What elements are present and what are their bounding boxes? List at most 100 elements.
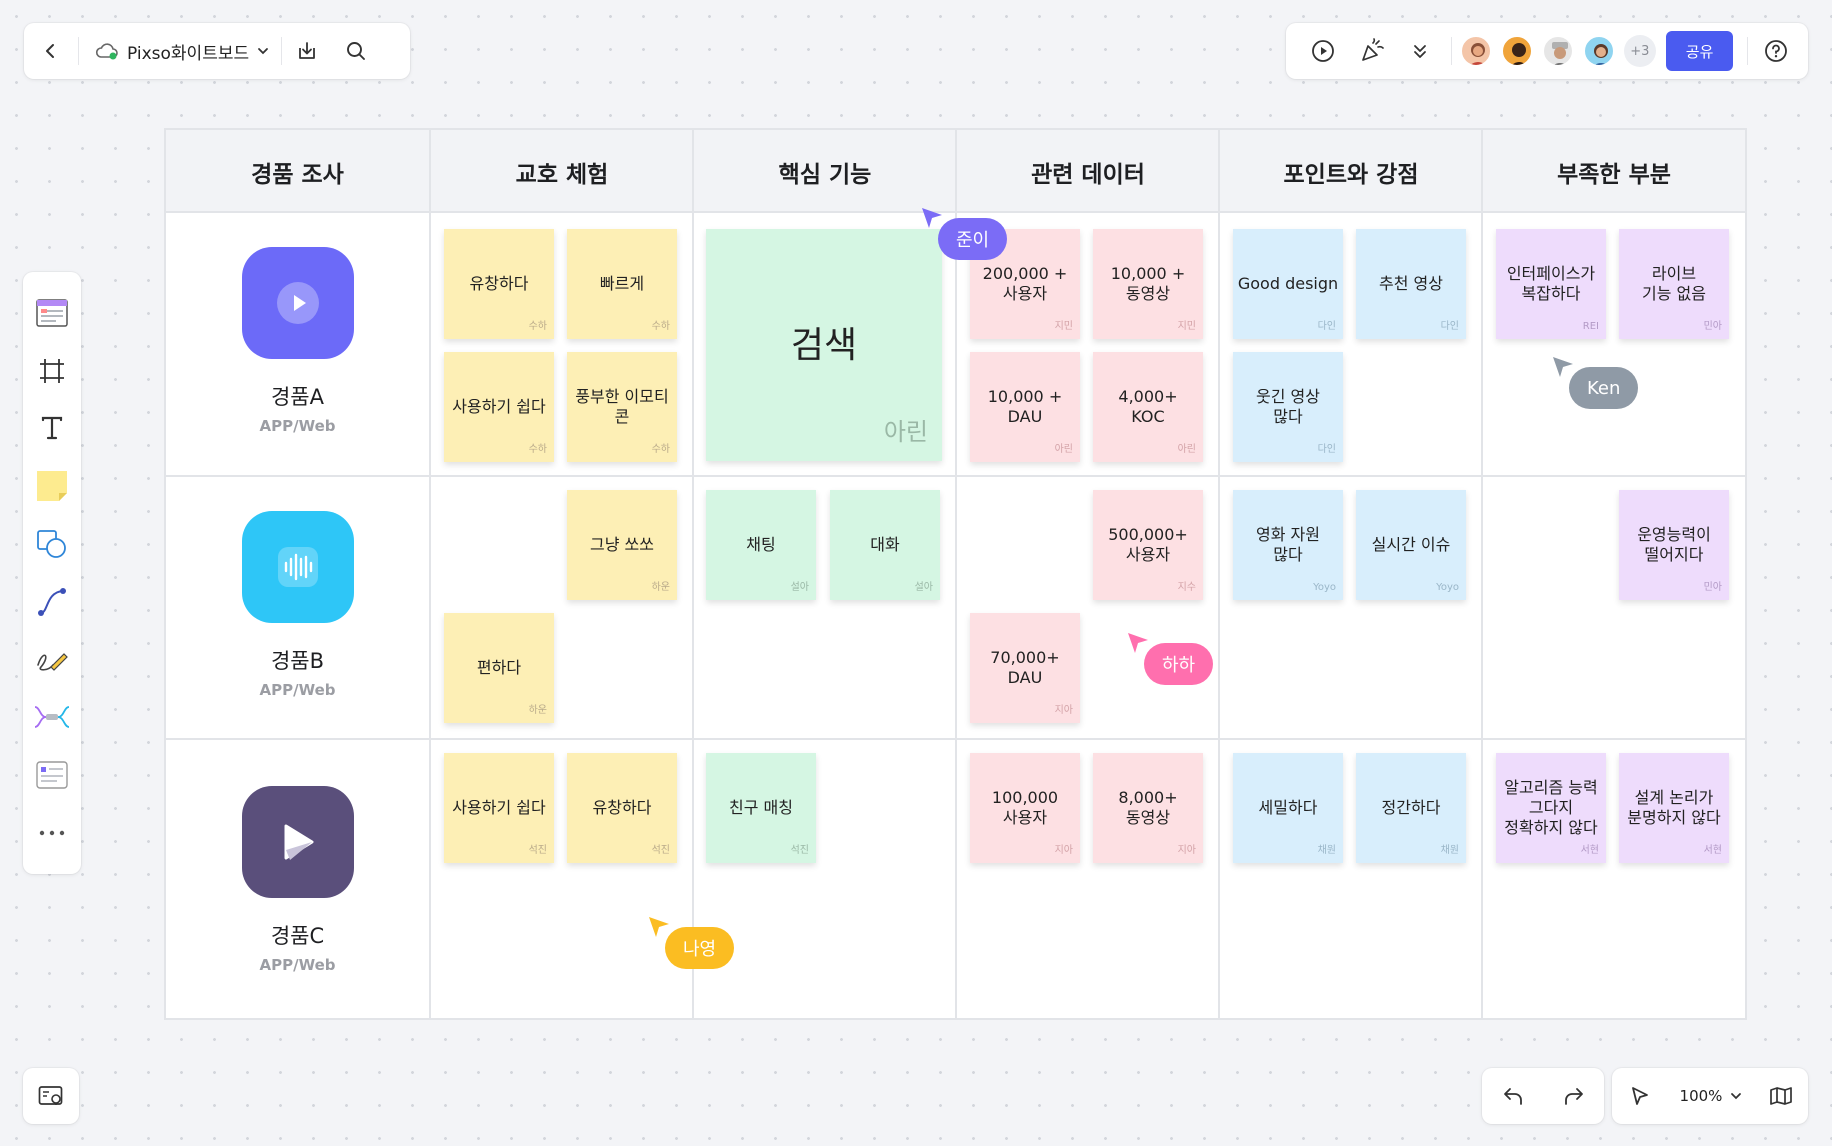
sticky-note[interactable]: 10,000 + 동영상 지민: [1093, 229, 1203, 339]
cursor-label: 준이: [938, 218, 1008, 260]
more-collaborators-badge[interactable]: +3: [1623, 35, 1656, 67]
minimap-icon: [38, 1086, 63, 1105]
sticky-note[interactable]: 100,000 사용자 지아: [970, 753, 1080, 863]
sticky-note[interactable]: 세밀하다 채원: [1233, 753, 1343, 863]
sticky-note[interactable]: Good design 다인: [1233, 229, 1343, 339]
template-tool[interactable]: [32, 293, 72, 333]
sticky-note[interactable]: 추천 영상 다인: [1356, 229, 1466, 339]
redo-button[interactable]: [1549, 1068, 1599, 1124]
search-button[interactable]: [332, 23, 380, 79]
avatar[interactable]: [1582, 35, 1615, 67]
mindmap-icon: [34, 706, 70, 729]
sticky-note[interactable]: 빠르게 수하: [567, 229, 677, 339]
select-tool-button[interactable]: [1620, 1068, 1660, 1124]
avatar-image: [1593, 44, 1608, 65]
help-button[interactable]: [1756, 23, 1796, 79]
sticky-note[interactable]: 영화 자원 많다 Yoyo: [1233, 490, 1343, 600]
avatar[interactable]: [1500, 35, 1533, 67]
share-button[interactable]: 공유: [1665, 31, 1734, 71]
note-text: 유창하다: [592, 798, 652, 817]
sticky-note[interactable]: 10,000 + DAU 아린: [970, 352, 1080, 462]
avatar-image: [1470, 43, 1486, 65]
row-divider: [166, 475, 1745, 477]
sticky-note[interactable]: 인터페이스가 복잡하다 REI: [1496, 229, 1606, 339]
download-button[interactable]: [282, 23, 332, 79]
sticky-note[interactable]: 친구 매칭 석진: [706, 753, 816, 863]
sticky-note[interactable]: 알고리즘 능력 그다지 정확하지 않다 서현: [1496, 753, 1606, 863]
column-divider: [1481, 130, 1483, 1018]
note-author: 설아: [790, 581, 809, 593]
note-text: 풍부한 이모티콘: [575, 387, 669, 426]
note-author: 아린: [1177, 443, 1196, 455]
sticky-note[interactable]: 유창하다 수하: [444, 229, 554, 339]
connector-tool[interactable]: [32, 582, 72, 622]
note-author: 석진: [790, 844, 809, 856]
sticky-note[interactable]: 실시간 이슈 Yoyo: [1356, 490, 1466, 600]
pen-tool[interactable]: [32, 640, 72, 680]
competitor-c[interactable]: 경품C APP/Web: [166, 786, 429, 974]
view-controls: 100%: [1612, 1068, 1808, 1124]
competitor-analysis-table[interactable]: 경품 조사 교호 체험 핵심 기능 관련 데이터 포인트와 강점 부족한 부분 …: [164, 128, 1747, 1020]
sticky-note[interactable]: 대화 설아: [830, 490, 940, 600]
note-author: 지민: [1177, 320, 1196, 332]
avatar[interactable]: [1541, 35, 1574, 67]
collaboration-toolbar: +3 공유: [1286, 23, 1808, 79]
note-author: 하운: [651, 581, 670, 593]
avatar[interactable]: [1459, 35, 1492, 67]
note-text: 영화 자원 많다: [1256, 525, 1320, 564]
note-text: 설계 논리가 분명하지 않다: [1627, 788, 1721, 827]
minimap-button[interactable]: [23, 1068, 79, 1124]
cursor-arrow-icon: [1128, 633, 1148, 653]
note-text: 70,000+ DAU: [990, 648, 1060, 687]
frame-tool[interactable]: [32, 351, 72, 391]
shape-tool[interactable]: [32, 524, 72, 564]
file-toolbar: Pixso화이트보드: [24, 23, 410, 79]
sticky-note[interactable]: 풍부한 이모티콘 수하: [567, 352, 677, 462]
search-icon: [347, 42, 366, 60]
sticky-note[interactable]: 사용하기 쉽다 수하: [444, 352, 554, 462]
back-button[interactable]: [24, 23, 78, 79]
note-text: 500,000+ 사용자: [1108, 525, 1188, 564]
file-menu[interactable]: Pixso화이트보드: [79, 23, 281, 79]
help-icon: [1765, 40, 1788, 62]
sticky-note[interactable]: 검색 아린: [706, 229, 942, 461]
note-text: 빠르게: [599, 274, 645, 293]
collaborator-cursor: Ken: [1551, 355, 1639, 409]
mindmap-tool[interactable]: [32, 697, 72, 737]
undo-button[interactable]: [1488, 1068, 1538, 1124]
competitor-name: 경품B: [270, 649, 325, 673]
present-button[interactable]: [1298, 23, 1348, 79]
more-tools-button[interactable]: [32, 813, 72, 853]
competitor-platform: APP/Web: [259, 417, 336, 435]
sticky-note[interactable]: 운영능력이 떨어지다 민아: [1619, 490, 1729, 600]
text-tool[interactable]: [32, 408, 72, 448]
sticky-note[interactable]: 채팅 설아: [706, 490, 816, 600]
competitor-a[interactable]: 경품A APP/Web: [166, 247, 429, 435]
expand-more-button[interactable]: [1397, 23, 1443, 79]
map-view-button[interactable]: [1762, 1068, 1800, 1124]
history-controls: [1482, 1068, 1604, 1124]
sticky-note[interactable]: 70,000+ DAU 지아: [970, 613, 1080, 723]
sticky-note[interactable]: 유창하다 석진: [567, 753, 677, 863]
component-tool[interactable]: [32, 755, 72, 795]
sticky-note[interactable]: 편하다 하운: [444, 613, 554, 723]
celebrate-button[interactable]: [1348, 23, 1398, 79]
template-icon: [36, 299, 68, 327]
chevron-down-icon: [1731, 1093, 1742, 1100]
sticky-note[interactable]: 8,000+ 동영상 지아: [1093, 753, 1203, 863]
sticky-note[interactable]: 그냥 쏘쏘 하운: [567, 490, 677, 600]
sticky-note[interactable]: 사용하기 쉽다 석진: [444, 753, 554, 863]
sticky-note[interactable]: 정간하다 채원: [1356, 753, 1466, 863]
header-cell: 핵심 기능: [778, 161, 872, 188]
competitor-b[interactable]: 경품B APP/Web: [166, 511, 429, 699]
sticky-note[interactable]: 라이브 기능 없음 민아: [1619, 229, 1729, 339]
cursor-label: 하하: [1144, 643, 1214, 685]
sticky-note-tool[interactable]: [32, 466, 72, 506]
sticky-note[interactable]: 500,000+ 사용자 지수: [1093, 490, 1203, 600]
note-text: 라이브 기능 없음: [1642, 264, 1706, 303]
sticky-note[interactable]: 4,000+ KOC 아린: [1093, 352, 1203, 462]
zoom-dropdown[interactable]: 100%: [1680, 1087, 1743, 1105]
sticky-note[interactable]: 설계 논리가 분명하지 않다 서현: [1619, 753, 1729, 863]
note-text: 검색: [790, 324, 858, 366]
sticky-note[interactable]: 웃긴 영상 많다 다인: [1233, 352, 1343, 462]
